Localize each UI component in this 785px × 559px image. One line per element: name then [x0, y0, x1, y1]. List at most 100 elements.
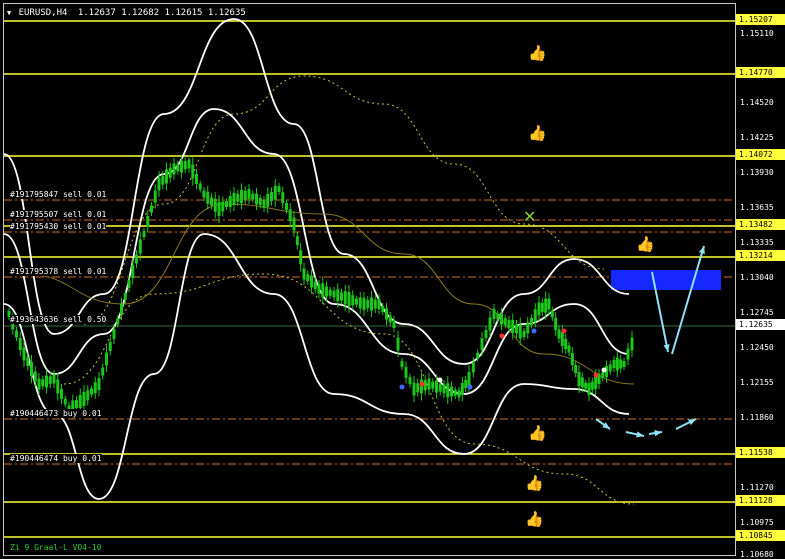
- signal-dot: [437, 377, 443, 383]
- candle-body: [285, 203, 288, 210]
- chart-window[interactable]: ▼ EURUSD,H4 1.12637 1.12682 1.12615 1.12…: [0, 0, 785, 559]
- price-tick: 1.15110: [740, 29, 774, 38]
- level-price-tag: 1.13214: [736, 250, 785, 261]
- candle-body: [328, 289, 332, 296]
- candle-body: [292, 217, 296, 231]
- candle-body: [317, 284, 321, 294]
- candle-body: [116, 318, 120, 325]
- order-label-sell-1[interactable]: #191795847 sell 0.01: [10, 190, 107, 199]
- candle-body: [590, 381, 594, 390]
- candle-body: [266, 193, 270, 207]
- candle-body: [225, 201, 228, 207]
- candle-body: [198, 183, 202, 190]
- candle-body: [547, 298, 551, 310]
- candle-body: [584, 382, 588, 389]
- candle-body: [127, 280, 131, 288]
- candle-body: [247, 189, 251, 199]
- candle-body: [550, 310, 554, 318]
- candle-body: [587, 383, 591, 395]
- thumbs-up-icon: 👍: [525, 510, 544, 528]
- candle-body: [362, 298, 366, 310]
- candle-body: [601, 372, 605, 379]
- candle-body: [228, 196, 232, 207]
- candle-body: [168, 167, 172, 178]
- candle-body: [161, 175, 165, 185]
- candle-body: [295, 236, 299, 246]
- candle-body: [150, 205, 153, 213]
- candle-body: [438, 383, 442, 392]
- candle-body: [153, 190, 157, 203]
- forecast-zone: [611, 270, 721, 290]
- candle-body: [554, 318, 558, 330]
- candle-body: [347, 292, 351, 306]
- candle-body: [302, 268, 306, 280]
- candle-body: [580, 377, 584, 388]
- candle-body: [396, 337, 400, 351]
- candle-body: [351, 295, 355, 306]
- level-price-tag: 1.14072: [736, 149, 785, 160]
- candle-body: [496, 313, 500, 320]
- level-price-tag: 1.15207: [736, 14, 785, 25]
- price-tick: 1.13335: [740, 238, 774, 247]
- candle-body: [577, 372, 581, 386]
- dropdown-triangle-icon[interactable]: ▼: [7, 9, 11, 17]
- candle-body: [313, 281, 317, 290]
- candle-body: [240, 190, 243, 203]
- candle-body: [243, 190, 247, 200]
- order-label-sell-4[interactable]: #191795378 sell 0.01: [10, 267, 107, 276]
- candle-body: [442, 384, 446, 394]
- signal-dot: [467, 384, 473, 390]
- cross-icon: ✕: [523, 207, 537, 226]
- candle-body: [255, 193, 258, 205]
- candle-body: [52, 374, 56, 384]
- candle-body: [75, 400, 78, 408]
- candle-body: [373, 299, 377, 309]
- price-axis[interactable]: 1.15110 1.14520 1.14225 1.13930 1.13635 …: [736, 0, 785, 559]
- candle-body: [544, 298, 548, 313]
- thumbs-up-icon: 👍: [636, 235, 655, 253]
- candle-body: [195, 174, 198, 184]
- candle-body: [191, 164, 195, 179]
- candle-body: [467, 372, 471, 386]
- chart-canvas[interactable]: [4, 4, 736, 556]
- order-label-sell-2[interactable]: #191795507 sell 0.01: [10, 210, 107, 219]
- forecast-arrow: [671, 245, 705, 355]
- forecast-arrow-head: [698, 246, 705, 254]
- order-label-sell-5[interactable]: #193643636 sell 0.50: [10, 315, 107, 324]
- candle-body: [273, 185, 277, 200]
- candle-body: [518, 324, 522, 339]
- candle-body: [626, 348, 630, 360]
- candle-body: [464, 380, 468, 388]
- order-label-sell-3[interactable]: #191795430 sell 0.01: [10, 222, 107, 231]
- candle-body: [511, 320, 515, 333]
- price-tick: 1.14520: [740, 98, 774, 107]
- candle-body: [507, 320, 511, 328]
- candle-body: [630, 337, 634, 351]
- candle-body: [325, 286, 328, 297]
- candle-body: [202, 190, 206, 198]
- candle-body: [570, 353, 574, 365]
- candle-body: [388, 315, 392, 323]
- candle-body: [97, 378, 101, 390]
- envelope-band: [4, 108, 630, 395]
- candle-body: [533, 309, 537, 322]
- price-plot-area[interactable]: ▼ EURUSD,H4 1.12637 1.12682 1.12615 1.12…: [3, 3, 736, 556]
- candle-body: [423, 380, 427, 391]
- candle-body: [537, 302, 541, 316]
- candle-body: [594, 375, 598, 389]
- candle-body: [258, 198, 262, 205]
- candle-body: [358, 297, 362, 309]
- candle-body: [343, 291, 347, 305]
- candle-body: [157, 177, 161, 191]
- candle-body: [355, 298, 358, 305]
- order-label-buy-1[interactable]: #190446473 buy 0.01: [10, 409, 102, 418]
- candle-body: [457, 390, 461, 398]
- order-label-buy-2[interactable]: #190446474 buy 0.01: [10, 454, 102, 463]
- candle-body: [377, 299, 381, 309]
- candle-body: [612, 360, 616, 368]
- candle-body: [232, 193, 236, 205]
- candle-body: [615, 357, 619, 371]
- signal-dot: [419, 381, 425, 387]
- candle-body: [63, 398, 67, 405]
- candle-body: [78, 395, 82, 408]
